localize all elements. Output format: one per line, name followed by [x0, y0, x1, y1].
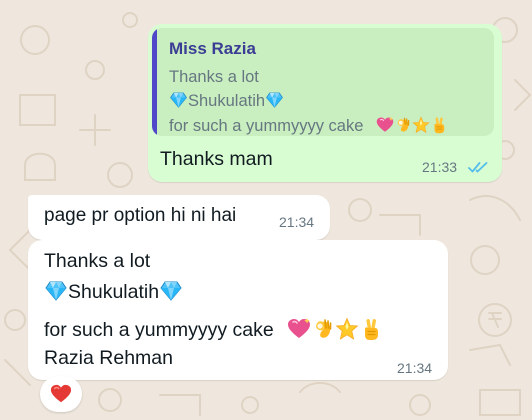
- ok-hand-icon: [311, 317, 335, 341]
- quote-author: Miss Razia: [169, 39, 256, 58]
- message-line-3-text: for such a yummyyyy cake: [44, 319, 274, 341]
- quote-line-3: for such a yummyyyy cake: [169, 116, 448, 136]
- victory-hand-icon: [430, 116, 448, 134]
- message-line-3: for such a yummyyyy cake: [44, 317, 383, 342]
- heart-reaction[interactable]: [40, 376, 82, 412]
- quote-line-1: Thanks a lot: [169, 68, 259, 86]
- incoming-message-bubble[interactable]: page pr option hi ni hai 21:34: [28, 195, 330, 240]
- message-text: Thanks mam: [160, 148, 273, 170]
- red-heart-icon: [50, 383, 72, 405]
- outgoing-reply-bubble[interactable]: Miss Razia Thanks a lot Shukulatih for s…: [148, 24, 502, 182]
- message-line-4: Razia Rehman: [44, 347, 173, 369]
- sparkling-heart-icon: [376, 116, 394, 134]
- message-line-2: Shukulatih: [44, 281, 183, 304]
- quote-line-3-text: for such a yummyyyy cake: [169, 117, 364, 135]
- gem-stone-icon: [159, 281, 183, 301]
- gem-stone-icon: [169, 92, 188, 108]
- quoted-message[interactable]: Miss Razia Thanks a lot Shukulatih for s…: [152, 28, 494, 136]
- sparkling-heart-icon: [287, 317, 311, 341]
- gem-stone-icon: [265, 92, 284, 108]
- ok-hand-icon: [394, 116, 412, 134]
- star-icon: [335, 317, 359, 341]
- gem-stone-icon: [44, 281, 68, 301]
- double-check-read-icon: [468, 162, 488, 173]
- message-time: 21:34: [279, 214, 315, 230]
- incoming-message-bubble[interactable]: Thanks a lot Shukulatih for such a yummy…: [28, 240, 448, 380]
- message-text: page pr option hi ni hai: [44, 205, 237, 226]
- message-time: 21:33: [422, 159, 458, 175]
- message-time: 21:34: [397, 360, 433, 376]
- quote-name: Shukulatih: [188, 92, 266, 110]
- quote-accent-bar: [152, 28, 157, 136]
- message-name: Shukulatih: [68, 281, 160, 303]
- victory-hand-icon: [359, 317, 383, 341]
- message-line-1: Thanks a lot: [44, 250, 151, 272]
- quote-line-2: Shukulatih: [169, 92, 284, 111]
- star-icon: [412, 116, 430, 134]
